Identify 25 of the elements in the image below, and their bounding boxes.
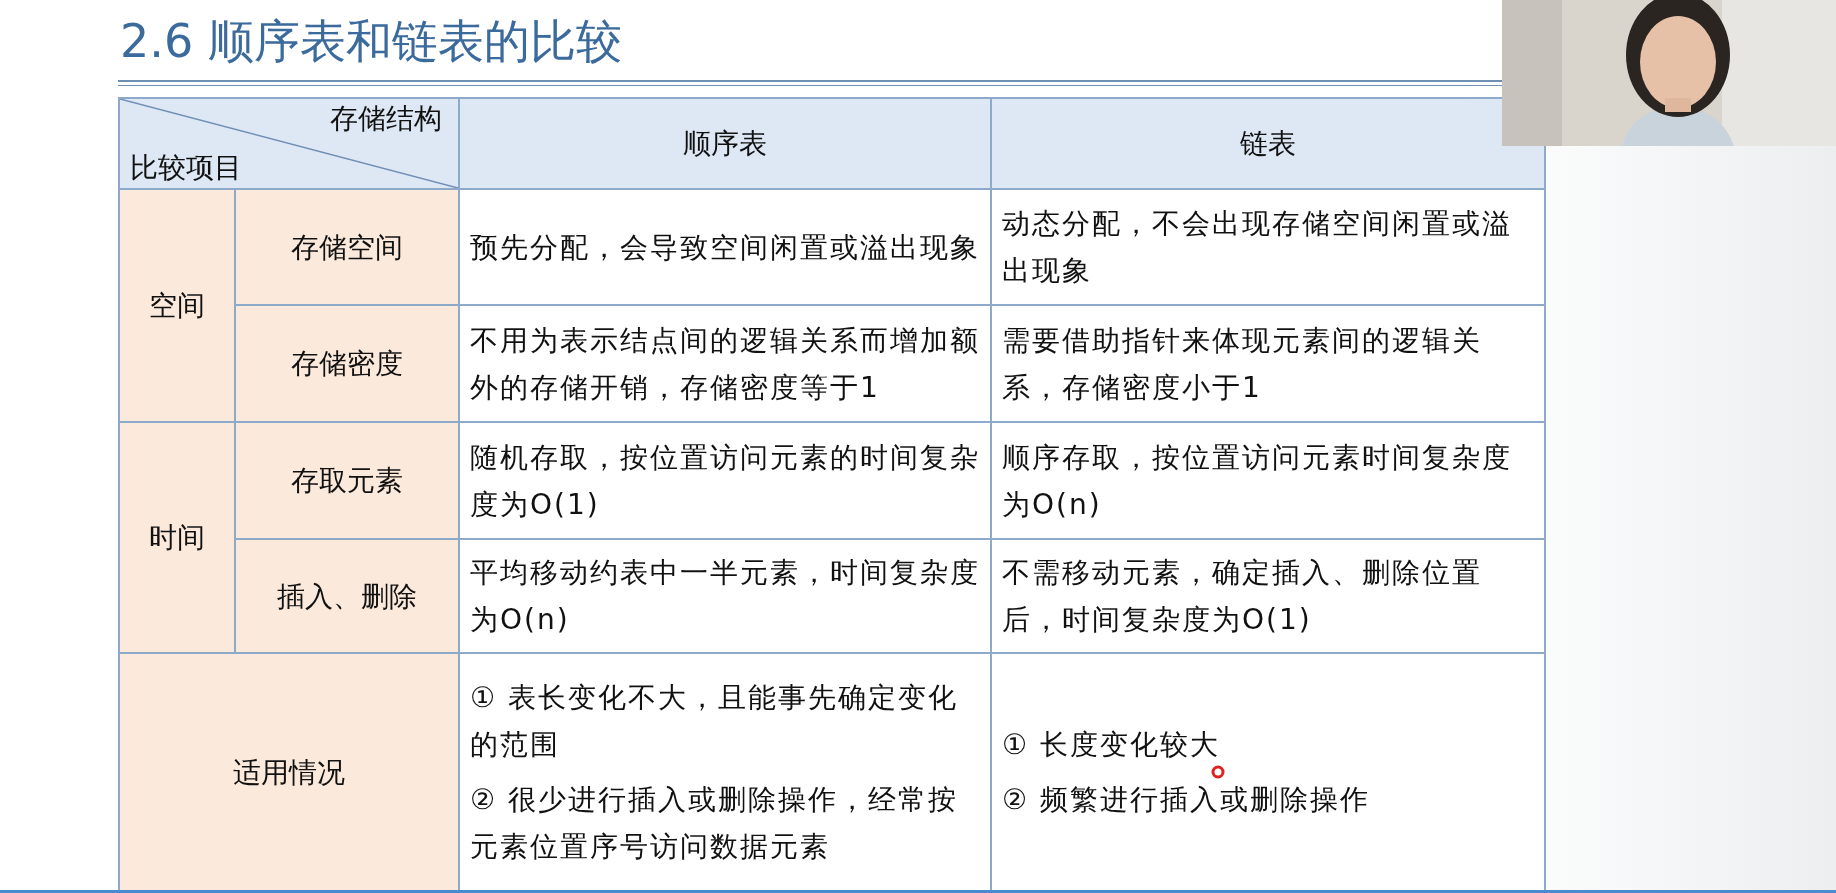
- list-item: ① 表长变化不大，且能事先确定变化的范围: [470, 680, 959, 763]
- header-label: 比较项目: [130, 150, 242, 186]
- column-header: 链表: [991, 98, 1545, 189]
- pointer-dot-icon: [1211, 765, 1225, 779]
- row-header: 存储密度: [235, 305, 459, 422]
- row-header: 插入、删除: [235, 539, 459, 653]
- table-cell: 不需移动元素，确定插入、删除位置后，时间复杂度为O(1): [991, 539, 1545, 653]
- table-cell: 平均移动约表中一半元素，时间复杂度为O(n): [459, 539, 991, 653]
- list-item: ② 频繁进行插入或删除操作: [1002, 782, 1371, 818]
- row-header: 空间: [119, 189, 235, 422]
- table-cell: 不用为表示结点间的逻辑关系而增加额外的存储开销，存储密度等于1: [459, 305, 991, 422]
- header-label: 存储结构: [330, 101, 442, 137]
- list-item: ② 很少进行插入或删除操作，经常按元素位置序号访问数据元素: [470, 782, 959, 865]
- list-item: ① 长度变化较大: [1002, 727, 1221, 763]
- row-header: 存取元素: [235, 422, 459, 539]
- row-header: 适用情况: [119, 653, 459, 891]
- table-cell: 需要借助指针来体现元素间的逻辑关系，存储密度小于1: [991, 305, 1545, 422]
- row-header: 存储空间: [235, 189, 459, 305]
- table-cell: 随机存取，按位置访问元素的时间复杂度为O(1): [459, 422, 991, 539]
- column-header: 顺序表: [459, 98, 991, 189]
- slide-title: 2.6 顺序表和链表的比较: [120, 13, 623, 70]
- row-header: 时间: [119, 422, 235, 653]
- table-cell: 动态分配，不会出现存储空间闲置或溢出现象: [991, 189, 1545, 305]
- table-cell: 预先分配，会导致空间闲置或溢出现象: [459, 189, 991, 305]
- table-cell: 顺序存取，按位置访问元素时间复杂度为O(n): [991, 422, 1545, 539]
